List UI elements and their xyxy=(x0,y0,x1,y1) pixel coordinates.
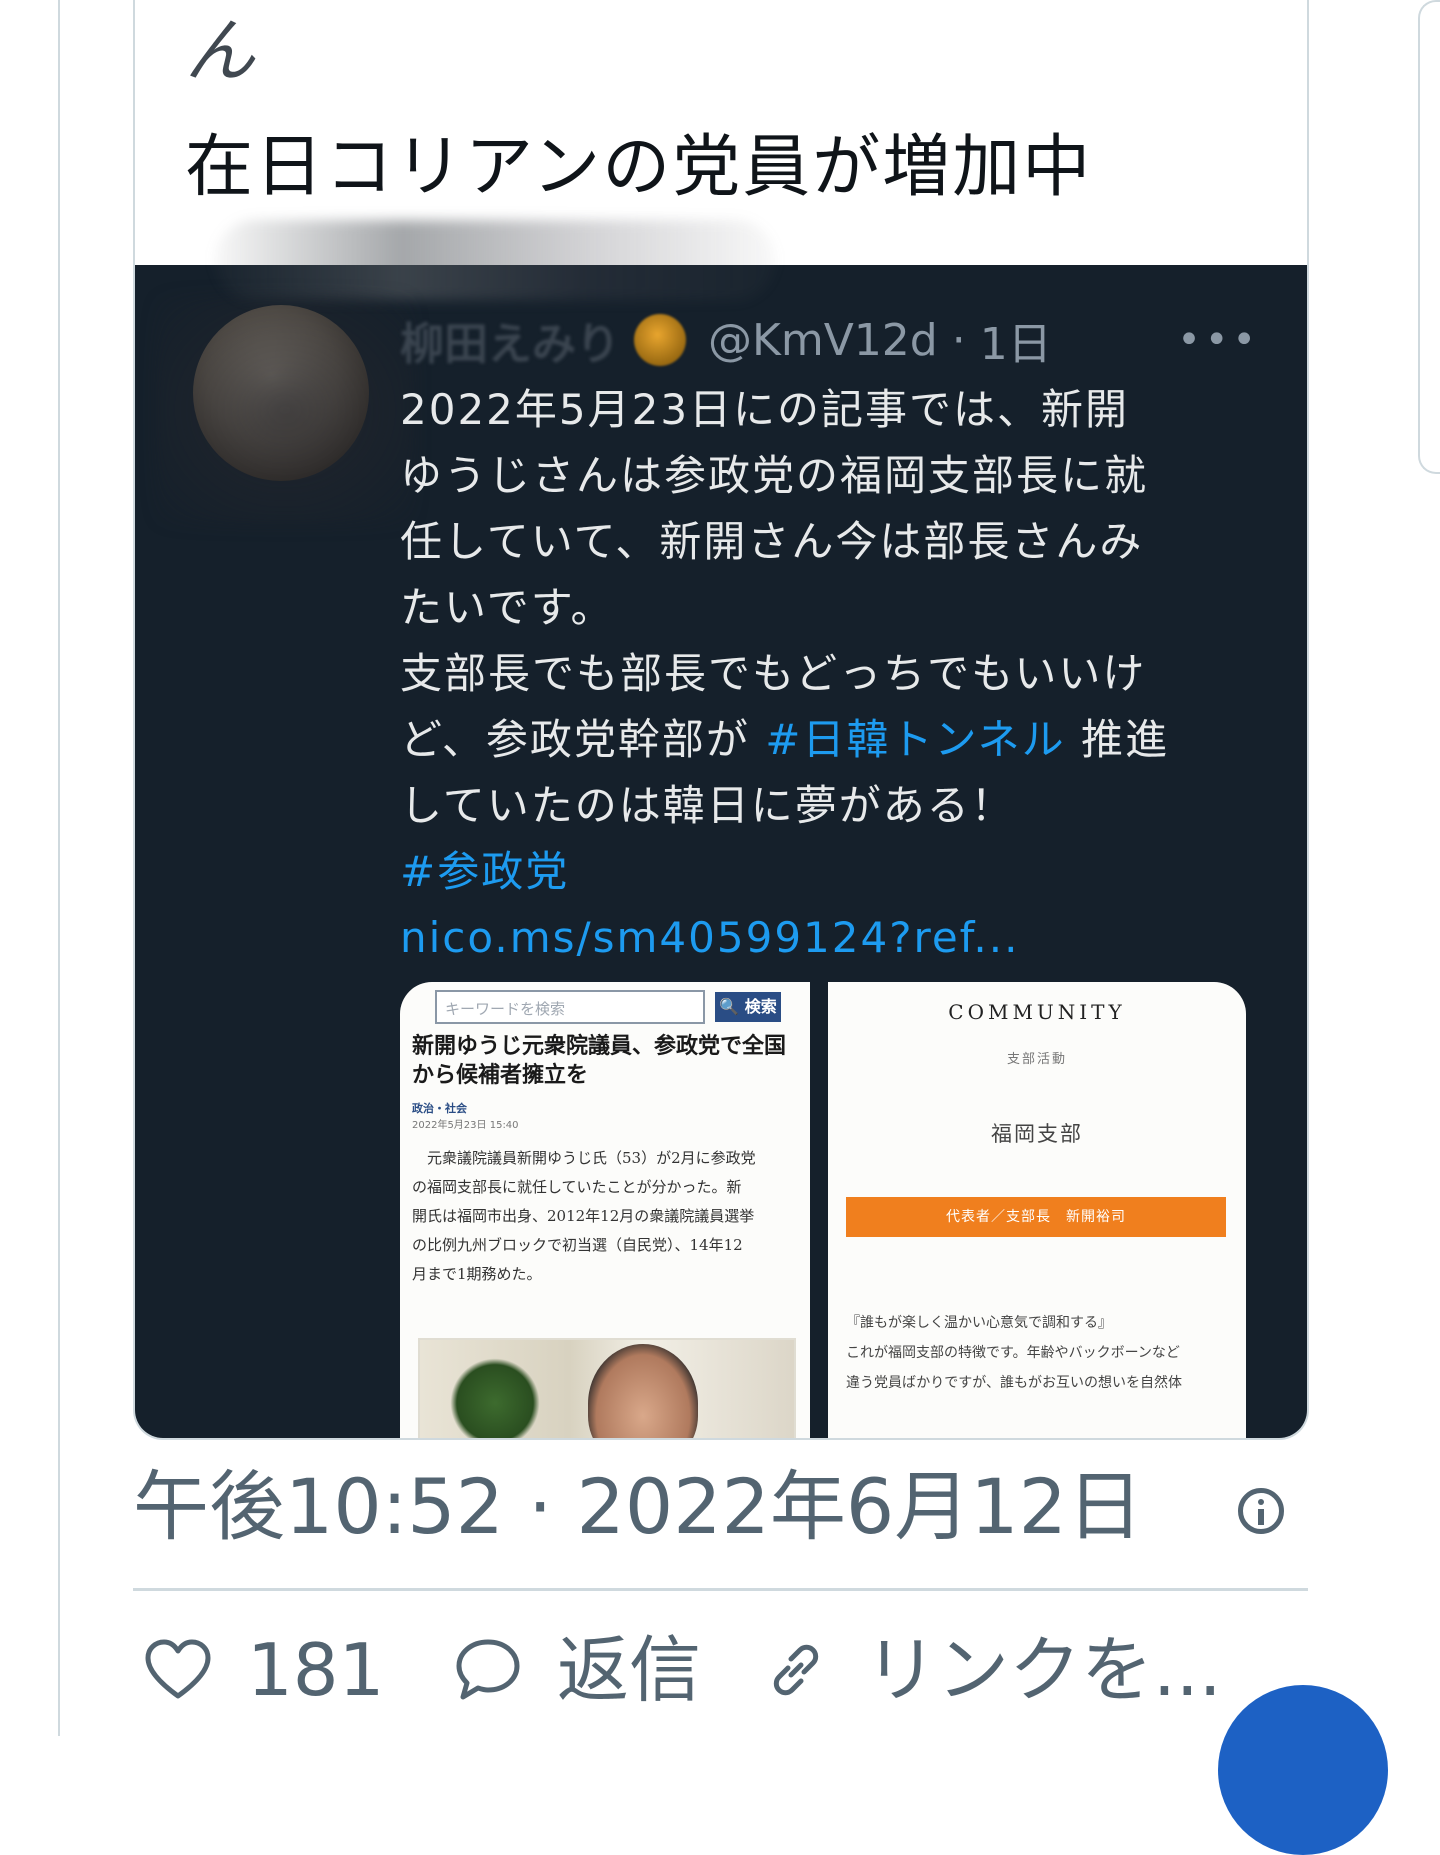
author-handle: @KmV12d xyxy=(708,314,938,366)
tweet-card: ん 在日コリアンの党員が増加中 柳田えみり @KmV12d · 1日 ••• 2… xyxy=(133,0,1309,1440)
article-image: キーワードを検索 🔍 検索 新開ゆうじ元衆院議員、参政党で全国から候補者擁立を … xyxy=(400,982,810,1438)
scroll-handle[interactable] xyxy=(1418,0,1440,474)
article-body: 元衆議院議員新開ゆうじ氏（53）が2月に参政党 の福岡支部長に就任していたことが… xyxy=(412,1144,792,1289)
like-count: 181 xyxy=(247,1628,385,1712)
community-subheading: 支部活動 xyxy=(1006,1052,1067,1067)
avatar-redaction xyxy=(155,295,415,525)
article-line: 開氏は福岡市出身、2012年12月の衆議院議員選挙 xyxy=(412,1207,755,1225)
author-name: 柳田えみり xyxy=(400,319,620,370)
action-bar: 181 返信 リンクを... xyxy=(133,1620,1440,1720)
compose-fab[interactable] xyxy=(1218,1685,1388,1855)
body-line: たいです。 xyxy=(400,583,615,632)
reply-label: 返信 xyxy=(557,1628,702,1712)
like-button[interactable]: 181 xyxy=(143,1620,384,1720)
speech-bubble-icon xyxy=(456,1639,520,1700)
branch-name: 福岡支部 xyxy=(991,1122,1083,1146)
body-line-with-hashtag: ど、参政党幹部が #日韓トンネル 推進 xyxy=(400,707,1260,773)
line-prefix: ど、参政党幹部が xyxy=(400,715,766,764)
search-input: キーワードを検索 xyxy=(435,990,705,1024)
search-button: 🔍 検索 xyxy=(715,992,781,1022)
copy-link-button[interactable]: リンクを... xyxy=(761,1620,1222,1720)
heart-icon xyxy=(145,1639,211,1699)
article-line: の福岡支部長に就任していたことが分かった。新 xyxy=(412,1178,742,1196)
community-description: 『誰もが楽しく温かい心意気で調和する』 これが福岡支部の特徴です。年齢やバックボ… xyxy=(846,1308,1236,1398)
body-line: 任していて、新開さん今は部長さんみ xyxy=(400,517,1144,566)
tweet-timestamp: 午後10:52 · 2022年6月12日 xyxy=(133,1462,1143,1551)
link-label: リンクを... xyxy=(865,1628,1222,1712)
article-line: 元衆議院議員新開ゆうじ氏（53）が2月に参政党 xyxy=(412,1149,756,1167)
body-line: ゆうじさんは参政党の福岡支部長に就 xyxy=(400,451,1149,500)
tweet-text: 在日コリアンの党員が増加中 xyxy=(185,128,1093,207)
article-line: の比例九州ブロックで初当選（自民党）、14年12 xyxy=(412,1236,743,1254)
person-photo xyxy=(588,1344,698,1438)
article-category: 政治・社会 xyxy=(412,1102,467,1115)
more-horizontal-icon: ••• xyxy=(1177,317,1260,363)
separator-dot: · xyxy=(937,314,980,366)
line-suffix: 推進 xyxy=(1065,715,1169,764)
link-icon xyxy=(773,1644,819,1696)
truncated-text: ん xyxy=(185,10,255,92)
community-heading: COMMUNITY xyxy=(948,1000,1126,1024)
reply-button[interactable]: 返信 xyxy=(453,1620,701,1720)
divider xyxy=(133,1588,1308,1591)
hashtag-link: #日韓トンネル xyxy=(765,715,1066,764)
url-link: nico.ms/sm40599124?ref... xyxy=(400,913,1020,962)
author-row: 柳田えみり @KmV12d · 1日 ••• xyxy=(400,305,1280,375)
article-line: 月まで1期務めた。 xyxy=(412,1265,542,1283)
desc-line: これが福岡支部の特徴です。年齢やバックボーンなど xyxy=(846,1345,1180,1361)
article-photo xyxy=(418,1338,796,1438)
media-grid: キーワードを検索 🔍 検索 新開ゆうじ元衆院議員、参政党で全国から候補者擁立を … xyxy=(400,982,1246,1438)
verified-badge-icon xyxy=(634,314,686,366)
post-age: 1日 xyxy=(979,319,1052,370)
body-line: 支部長でも部長でもどっちでもいいけ xyxy=(400,649,1147,698)
hashtag-link: #参政党 xyxy=(400,847,570,896)
embedded-screenshot[interactable]: 柳田えみり @KmV12d · 1日 ••• 2022年5月23日にの記事では、… xyxy=(135,220,1307,1438)
left-border xyxy=(58,0,60,1736)
body-line: していたのは韓日に夢がある！ xyxy=(400,781,1015,830)
quoted-body: 2022年5月23日にの記事では、新開 ゆうじさんは参政党の福岡支部長に就 任し… xyxy=(400,377,1260,971)
info-icon[interactable] xyxy=(1238,1488,1284,1534)
article-title: 新開ゆうじ元衆院議員、参政党で全国から候補者擁立を xyxy=(412,1033,787,1088)
representative-banner: 代表者／支部長 新開裕司 xyxy=(846,1197,1226,1237)
desc-line: 違う党員ばかりですが、誰もがお互いの想いを自然体 xyxy=(846,1375,1182,1391)
body-line: 2022年5月23日にの記事では、新開 xyxy=(400,385,1130,434)
plant-graphic xyxy=(450,1358,540,1438)
community-image: COMMUNITY 支部活動 福岡支部 代表者／支部長 新開裕司 『誰もが楽しく… xyxy=(828,982,1246,1438)
redaction-smudge xyxy=(215,220,775,300)
desc-line: 『誰もが楽しく温かい心意気で調和する』 xyxy=(846,1315,1112,1331)
article-date: 2022年5月23日 15:40 xyxy=(412,1120,519,1131)
